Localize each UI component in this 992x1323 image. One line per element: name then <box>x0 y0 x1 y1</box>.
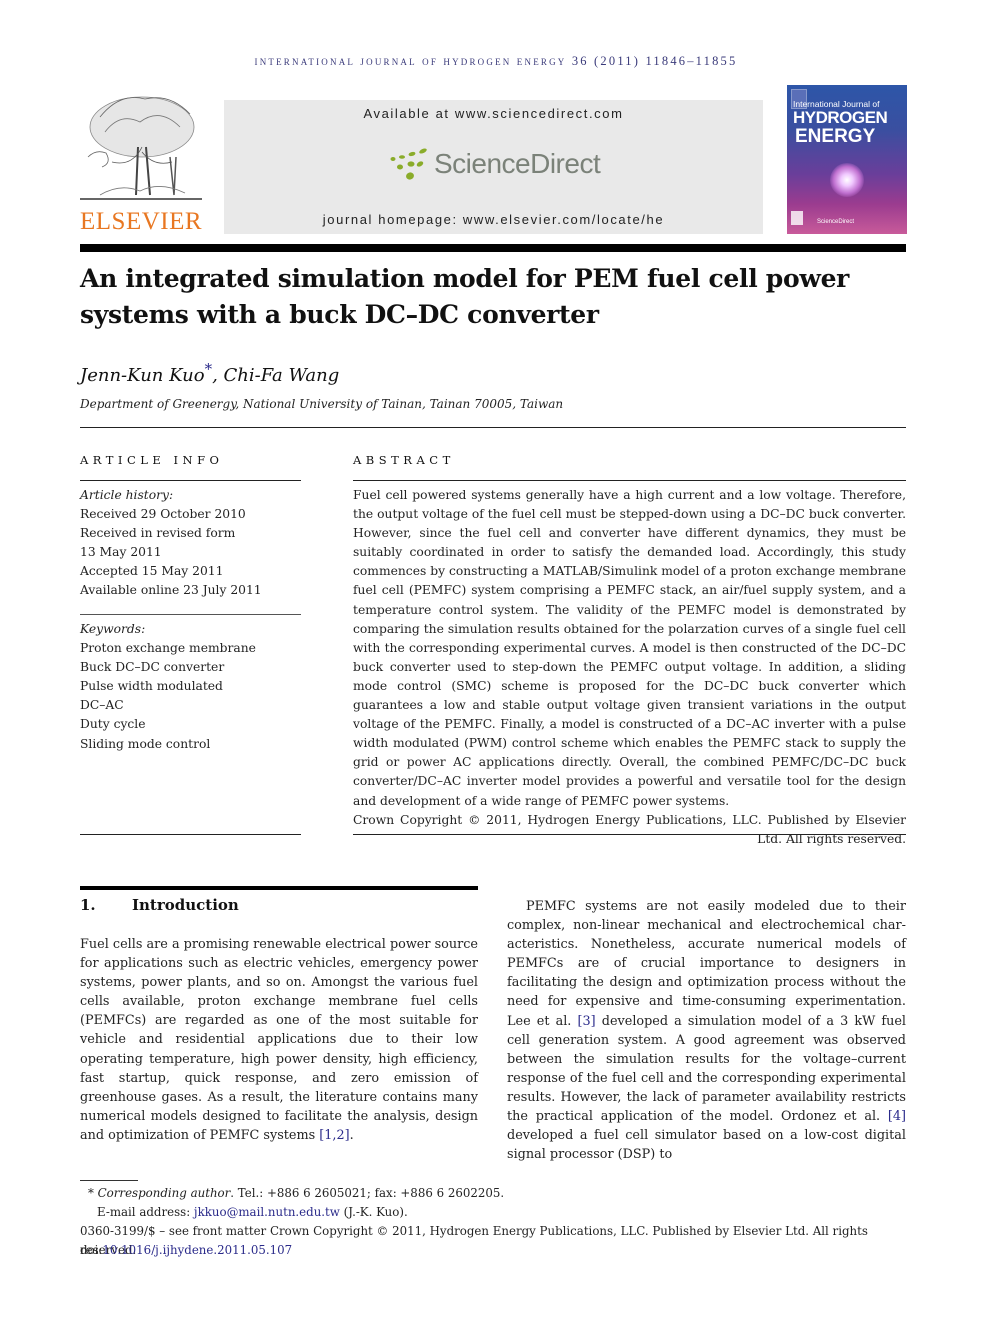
email-link[interactable]: jkkuo@mail.nutn.edu.tw <box>194 1205 340 1219</box>
keyword-item: Pulse width modulated <box>80 679 223 694</box>
journal-homepage-link[interactable]: journal homepage: www.elsevier.com/locat… <box>224 212 763 227</box>
affiliation-divider <box>80 427 906 428</box>
cover-orb-graphic-icon <box>830 163 864 197</box>
abstract-heading: ABSTRACT <box>353 453 455 467</box>
paragraph-text: PEMFC systems are not easily modeled due… <box>507 899 906 1029</box>
keyword-item: Buck DC–DC converter <box>80 660 225 675</box>
article-history-label: Article history: <box>80 488 174 502</box>
history-item: Accepted 15 May 2011 <box>80 564 224 579</box>
intro-paragraph-1: Fuel cells are a promising renewable ele… <box>80 935 478 1145</box>
history-item: Received 29 October 2010 <box>80 507 246 522</box>
email-footnote: E-mail address: jkkuo@mail.nutn.edu.tw (… <box>97 1203 907 1222</box>
citation-link[interactable]: [4] <box>888 1109 906 1124</box>
keywords-label: Keywords: <box>80 622 146 636</box>
abstract-bottom-divider <box>353 834 906 835</box>
intro-paragraph-2: PEMFC systems are not easily modeled due… <box>507 897 906 1164</box>
cover-title-line3: ENERGY <box>795 126 876 147</box>
section-number: 1. <box>80 896 96 914</box>
elsevier-wordmark: ELSEVIER <box>80 208 203 235</box>
author-list: Jenn-Kun Kuo*, Chi-Fa Wang <box>80 360 339 386</box>
footnote-contact: . Tel.: +886 6 2605021; fax: +886 6 2602… <box>230 1186 505 1200</box>
abstract-body: Fuel cell powered systems generally have… <box>353 486 906 849</box>
paragraph-text: developed a fuel cell simulator based on… <box>507 1128 906 1163</box>
article-title: An integrated simulation model for PEM f… <box>80 261 906 333</box>
article-info-divider <box>80 480 301 481</box>
keyword-item: Duty cycle <box>80 717 146 732</box>
cover-title-line2: HYDROGEN <box>793 108 888 127</box>
elsevier-logo: ELSEVIER <box>80 87 202 235</box>
keyword-item: Proton exchange membrane <box>80 641 256 656</box>
keyword-item: Sliding mode control <box>80 736 211 751</box>
history-item: 13 May 2011 <box>80 545 162 560</box>
footnote-mark: * <box>88 1186 94 1200</box>
corresponding-author-mark[interactable]: * <box>205 360 213 378</box>
email-suffix: (J.-K. Kuo). <box>339 1205 408 1219</box>
cover-badge-icon <box>791 211 803 225</box>
doi-line: doi:10.1016/j.ijhydene.2011.05.107 <box>80 1241 906 1260</box>
footnote-divider <box>80 1180 138 1181</box>
keyword-item: DC–AC <box>80 698 124 713</box>
keywords-divider <box>80 614 301 615</box>
affiliation: Department of Greenergy, National Univer… <box>80 397 564 411</box>
history-item: Received in revised form <box>80 526 236 541</box>
doi-link[interactable]: 10.1016/j.ijhydene.2011.05.107 <box>102 1243 292 1257</box>
sciencedirect-banner: Available at www.sciencedirect.com Scien… <box>224 100 763 234</box>
history-item: Available online 23 July 2011 <box>80 583 262 598</box>
author-name[interactable]: Jenn-Kun Kuo <box>80 365 205 386</box>
article-title-line2: systems with a buck DC–DC converter <box>80 300 599 329</box>
sciencedirect-available-text[interactable]: Available at www.sciencedirect.com <box>224 106 763 121</box>
citation-link[interactable]: [3] <box>578 1014 596 1029</box>
author-separator: , <box>212 365 224 386</box>
abstract-copyright: Crown Copyright © 2011, Hydrogen Energy … <box>353 812 906 846</box>
author-name[interactable]: Chi-Fa Wang <box>224 365 340 386</box>
cover-sciencedirect-text: ScienceDirect <box>817 219 855 225</box>
paragraph-text: . <box>349 1127 354 1143</box>
running-head: International Journal of Hydrogen Energy… <box>254 54 738 68</box>
article-history: Article history: Received 29 October 201… <box>80 486 305 601</box>
doi-label: doi: <box>80 1243 103 1257</box>
citation-link[interactable]: [1,2] <box>319 1128 349 1143</box>
section-title: Introduction <box>132 896 239 914</box>
section-divider <box>80 886 478 890</box>
journal-cover-image[interactable]: International Journal of HYDROGEN ENERGY… <box>787 85 907 234</box>
elsevier-tree-icon <box>80 96 202 200</box>
sciencedirect-dots-icon <box>390 148 427 180</box>
article-info-bottom-divider <box>80 834 301 835</box>
paragraph-text: developed a simulation model of a 3 kW f… <box>507 1013 906 1125</box>
email-label: E-mail address: <box>97 1205 194 1219</box>
keywords: Keywords: Proton exchange membrane Buck … <box>80 620 305 754</box>
footnote-label: Corresponding author <box>97 1186 231 1200</box>
header-divider <box>80 244 906 252</box>
abstract-divider <box>353 480 906 481</box>
section-heading: 1. Introduction <box>80 896 239 914</box>
article-title-line1: An integrated simulation model for PEM f… <box>80 264 850 293</box>
paragraph-text: Fuel cells are a promising renewable ele… <box>80 937 478 1143</box>
sciencedirect-wordmark: ScienceDirect <box>434 148 601 179</box>
article-info-heading: ARTICLE INFO <box>80 453 224 467</box>
sciencedirect-logo[interactable]: ScienceDirect <box>389 148 629 184</box>
abstract-text: Fuel cell powered systems generally have… <box>353 488 906 808</box>
corresponding-author-footnote: * Corresponding author. Tel.: +886 6 260… <box>88 1184 908 1203</box>
